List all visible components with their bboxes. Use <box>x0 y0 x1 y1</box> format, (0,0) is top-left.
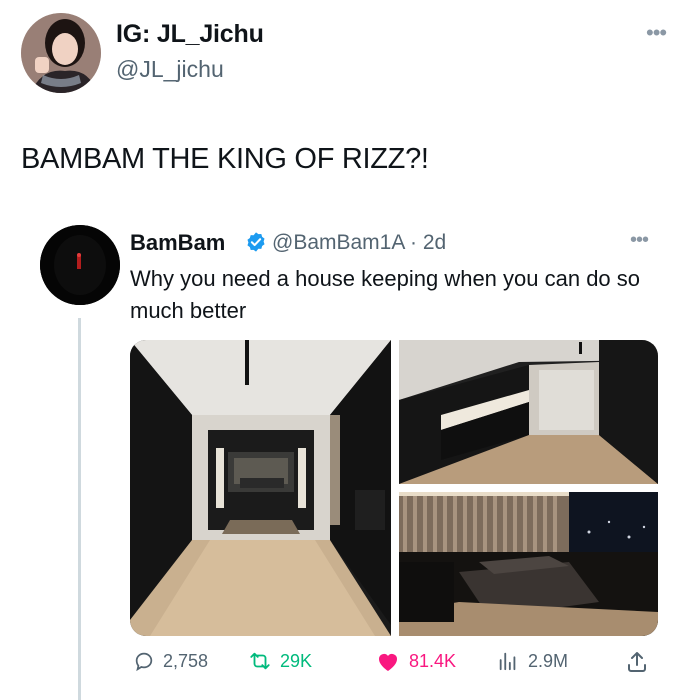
photo-kitchen[interactable] <box>399 340 658 484</box>
reply-action[interactable]: 2,758 <box>133 650 208 672</box>
share-action[interactable] <box>625 650 657 674</box>
author-handle[interactable]: @JL_jichu <box>116 56 224 83</box>
author-display-name[interactable]: IG: JL_Jichu <box>116 20 264 49</box>
retweet-action[interactable]: 29K <box>248 650 312 672</box>
quoted-display-name[interactable]: BamBam <box>130 230 225 256</box>
tweet-text: BAMBAM THE KING OF RIZZ?! <box>21 143 429 175</box>
views-count: 2.9M <box>528 650 569 671</box>
quoted-more-icon[interactable]: ••• <box>630 229 649 252</box>
quoted-author-avatar[interactable] <box>40 225 120 305</box>
author-avatar[interactable] <box>21 13 101 93</box>
reply-icon <box>135 652 153 672</box>
reply-count: 2,758 <box>163 650 209 671</box>
thread-line <box>78 318 81 700</box>
retweet-count: 29K <box>280 650 313 671</box>
quoted-avatar-image <box>40 225 120 305</box>
verified-badge-icon <box>245 231 267 253</box>
like-count: 81.4K <box>409 650 457 671</box>
share-icon <box>628 652 646 672</box>
views-icon <box>499 652 516 671</box>
views-action[interactable]: 2.9M <box>496 650 568 672</box>
like-icon <box>379 654 397 671</box>
photo-bedroom[interactable] <box>399 492 658 636</box>
media-grid <box>130 340 658 636</box>
retweet-icon <box>250 652 270 670</box>
author-avatar-image <box>21 13 101 93</box>
quoted-handle-time[interactable]: @BamBam1A · 2d <box>272 231 446 255</box>
more-icon[interactable]: ••• <box>646 20 667 46</box>
like-action[interactable]: 81.4K <box>375 650 456 672</box>
photo-hallway[interactable] <box>130 340 391 636</box>
quoted-text: Why you need a house keeping when you ca… <box>130 266 641 323</box>
